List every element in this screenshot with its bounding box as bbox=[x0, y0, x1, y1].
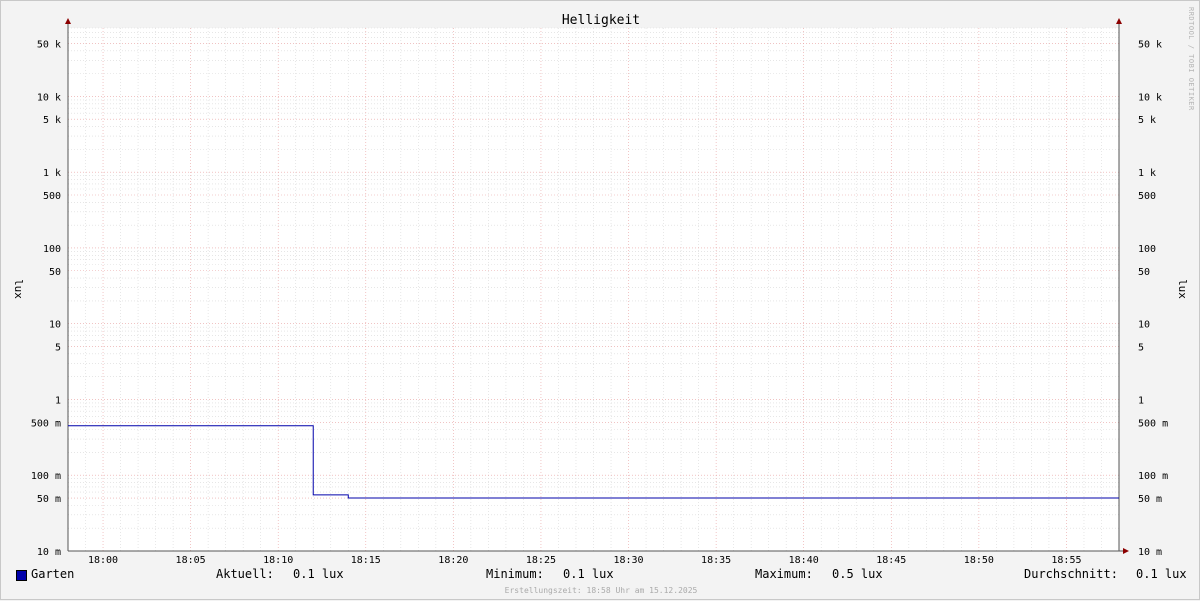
y-tick-label-left: 50 bbox=[49, 267, 61, 278]
y-tick-label-right: 10 m bbox=[1138, 547, 1162, 558]
x-tick-label: 18:15 bbox=[351, 555, 381, 566]
y-tick-label-left: 10 bbox=[49, 320, 61, 331]
y-tick-label-left: 1 k bbox=[43, 168, 61, 179]
legend-series-name: Garten bbox=[31, 567, 75, 581]
legend-swatch-garten bbox=[16, 570, 27, 581]
x-tick-label: 18:25 bbox=[526, 555, 556, 566]
y-tick-label-left: 10 k bbox=[37, 92, 61, 103]
legend-min-label: Minimum: bbox=[486, 567, 544, 581]
y-axis-label-right: lux bbox=[1176, 279, 1189, 299]
x-tick-label: 18:30 bbox=[613, 555, 643, 566]
y-tick-label-right: 1 bbox=[1138, 395, 1144, 406]
x-tick-label: 18:45 bbox=[876, 555, 906, 566]
y-tick-label-left: 1 bbox=[55, 395, 61, 406]
x-tick-label: 18:40 bbox=[789, 555, 819, 566]
x-tick-label: 18:20 bbox=[438, 555, 468, 566]
y-tick-label-right: 5 bbox=[1138, 343, 1144, 354]
y-tick-label-left: 500 m bbox=[31, 418, 61, 429]
x-tick-label: 18:50 bbox=[964, 555, 994, 566]
y-axis-right-arrow bbox=[1116, 18, 1122, 24]
x-axis-arrow bbox=[1123, 548, 1129, 554]
x-tick-label: 18:35 bbox=[701, 555, 731, 566]
y-tick-label-right: 50 bbox=[1138, 267, 1150, 278]
y-tick-label-left: 50 k bbox=[37, 39, 61, 50]
y-tick-label-left: 50 m bbox=[37, 494, 61, 505]
x-tick-label: 18:10 bbox=[263, 555, 293, 566]
legend-avg-value: 0.1 lux bbox=[1136, 567, 1187, 581]
y-tick-label-right: 500 m bbox=[1138, 418, 1168, 429]
y-tick-label-left: 5 k bbox=[43, 115, 61, 126]
legend-current-value: 0.1 lux bbox=[293, 567, 344, 581]
y-tick-label-right: 50 m bbox=[1138, 494, 1162, 505]
chart-title: Helligkeit bbox=[562, 13, 640, 28]
legend-max-label: Maximum: bbox=[755, 567, 813, 581]
x-tick-label: 18:05 bbox=[176, 555, 206, 566]
y-tick-label-left: 10 m bbox=[37, 547, 61, 558]
y-tick-label-right: 10 bbox=[1138, 320, 1150, 331]
y-tick-label-right: 5 k bbox=[1138, 115, 1156, 126]
y-tick-label-right: 100 bbox=[1138, 244, 1156, 255]
y-axis-left-arrow bbox=[65, 18, 71, 24]
legend-max-value: 0.5 lux bbox=[832, 567, 883, 581]
y-tick-label-right: 500 bbox=[1138, 191, 1156, 202]
legend-min-value: 0.1 lux bbox=[563, 567, 614, 581]
y-tick-label-right: 1 k bbox=[1138, 168, 1156, 179]
y-tick-label-right: 50 k bbox=[1138, 39, 1162, 50]
legend: Garten Aktuell: 0.1 lux Minimum: 0.1 lux… bbox=[1, 567, 1200, 585]
legend-avg-label: Durchschnitt: bbox=[1024, 567, 1118, 581]
y-tick-label-left: 100 m bbox=[31, 471, 61, 482]
y-tick-label-left: 5 bbox=[55, 343, 61, 354]
y-tick-label-right: 100 m bbox=[1138, 471, 1168, 482]
y-tick-label-right: 10 k bbox=[1138, 92, 1162, 103]
x-tick-label: 18:55 bbox=[1051, 555, 1081, 566]
y-axis-label-left: lux bbox=[12, 279, 25, 299]
y-tick-label-left: 500 bbox=[43, 191, 61, 202]
rrdtool-watermark: RRDTOOL / TOBI OETIKER bbox=[1187, 7, 1195, 111]
legend-current-label: Aktuell: bbox=[216, 567, 274, 581]
chart-frame: 10 m 10 m 50 m 50 m 100 m 100 m 500 m 500 m 1 1 5 5… bbox=[0, 0, 1200, 600]
y-tick-label-left: 100 bbox=[43, 244, 61, 255]
chart-canvas: 10 m 10 m 50 m 50 m 100 m 100 m 500 m 500 m 1 1 5 5… bbox=[12, 7, 1195, 566]
x-tick-label: 18:00 bbox=[88, 555, 118, 566]
creation-time-footer: Erstellungszeit: 18:58 Uhr am 15.12.2025 bbox=[504, 586, 698, 595]
